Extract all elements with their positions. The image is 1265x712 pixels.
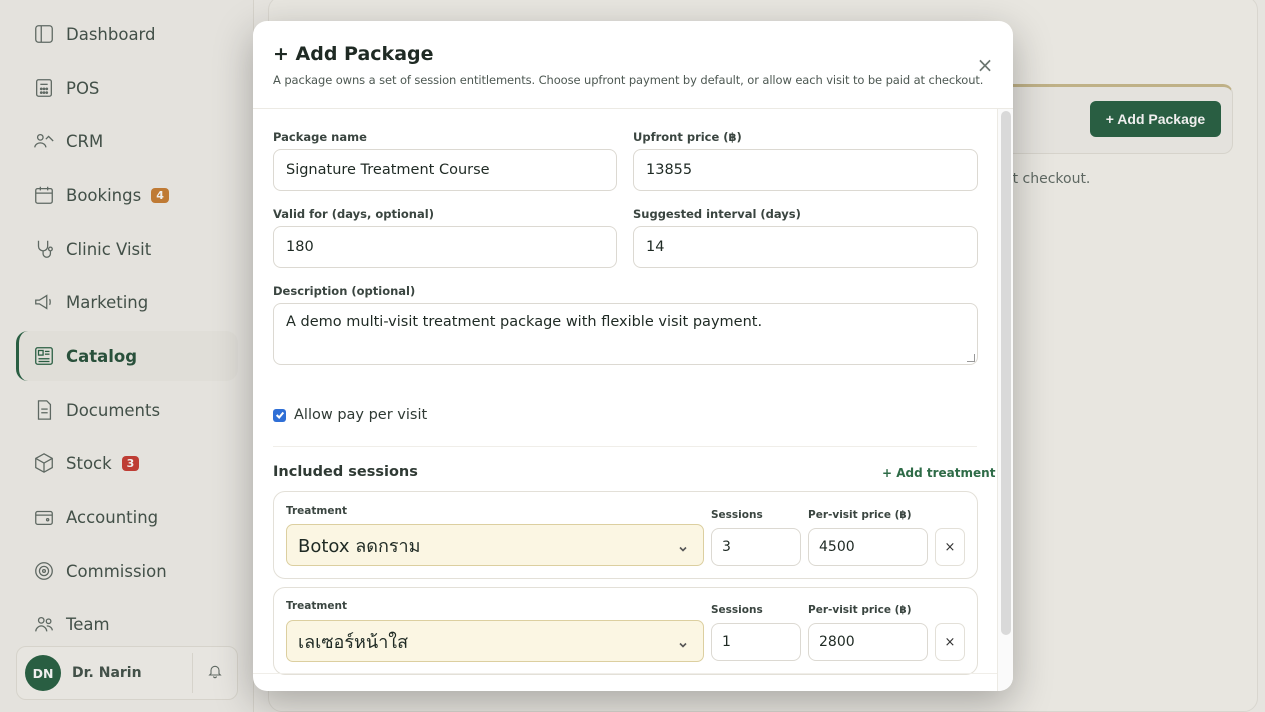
remove-treatment-button[interactable]: ×: [935, 623, 965, 661]
chevron-down-icon: [677, 539, 689, 552]
scrollbar-thumb[interactable]: [1001, 111, 1011, 635]
suggested-interval-label: Suggested interval (days): [633, 207, 801, 221]
treatment-row: Treatment Botox ลดกราม Sessions 3 Per-vi…: [273, 491, 978, 579]
treatment-label: Treatment: [286, 505, 347, 517]
treatment-select[interactable]: เลเซอร์หน้าใส: [286, 620, 704, 662]
add-treatment-button[interactable]: + Add treatment: [882, 466, 995, 480]
close-icon[interactable]: ×: [975, 55, 995, 75]
treatment-value: เลเซอร์หน้าใส: [298, 631, 409, 653]
treatment-label: Treatment: [286, 600, 347, 612]
valid-for-input[interactable]: 180: [273, 226, 617, 268]
scrollbar[interactable]: [997, 109, 1013, 691]
modal-subtitle: A package owns a set of session entitlem…: [273, 73, 984, 87]
per-visit-price-label: Per-visit price (฿): [808, 604, 912, 616]
per-visit-price-input[interactable]: 2800: [808, 623, 928, 661]
sessions-input[interactable]: 3: [711, 528, 801, 566]
divider: [273, 446, 977, 447]
per-visit-price-input[interactable]: 4500: [808, 528, 928, 566]
remove-treatment-button[interactable]: ×: [935, 528, 965, 566]
add-package-modal: + Add Package A package owns a set of se…: [253, 21, 1013, 691]
package-name-label: Package name: [273, 130, 367, 144]
upfront-price-input[interactable]: 13855: [633, 149, 978, 191]
sessions-label: Sessions: [711, 509, 763, 521]
package-name-input[interactable]: Signature Treatment Course: [273, 149, 617, 191]
chevron-down-icon: [677, 635, 689, 648]
treatment-value: Botox ลดกราม: [298, 535, 421, 557]
included-sessions-title: Included sessions: [273, 464, 418, 480]
modal-title: + Add Package: [273, 43, 434, 65]
allow-pay-per-visit-row[interactable]: Allow pay per visit: [273, 407, 427, 423]
allow-pay-per-visit-label: Allow pay per visit: [294, 407, 428, 423]
per-visit-price-label: Per-visit price (฿): [808, 509, 912, 521]
valid-for-label: Valid for (days, optional): [273, 207, 434, 221]
resize-handle-icon[interactable]: [967, 354, 975, 362]
sessions-input[interactable]: 1: [711, 623, 801, 661]
allow-pay-per-visit-checkbox[interactable]: [273, 408, 286, 422]
description-textarea[interactable]: A demo multi-visit treatment package wit…: [273, 303, 978, 365]
suggested-interval-input[interactable]: 14: [633, 226, 978, 268]
modal-body[interactable]: Package name Signature Treatment Course …: [253, 109, 1013, 691]
sessions-label: Sessions: [711, 604, 763, 616]
treatment-select[interactable]: Botox ลดกราม: [286, 524, 704, 566]
close-icon: ×: [944, 539, 956, 555]
upfront-price-label: Upfront price (฿): [633, 130, 742, 144]
treatment-row: Treatment เลเซอร์หน้าใส Sessions 1 Per-v…: [273, 587, 978, 675]
close-icon: ×: [944, 634, 956, 650]
modal-footer: [253, 673, 997, 691]
description-label: Description (optional): [273, 284, 416, 298]
description-value: A demo multi-visit treatment package wit…: [286, 314, 763, 330]
